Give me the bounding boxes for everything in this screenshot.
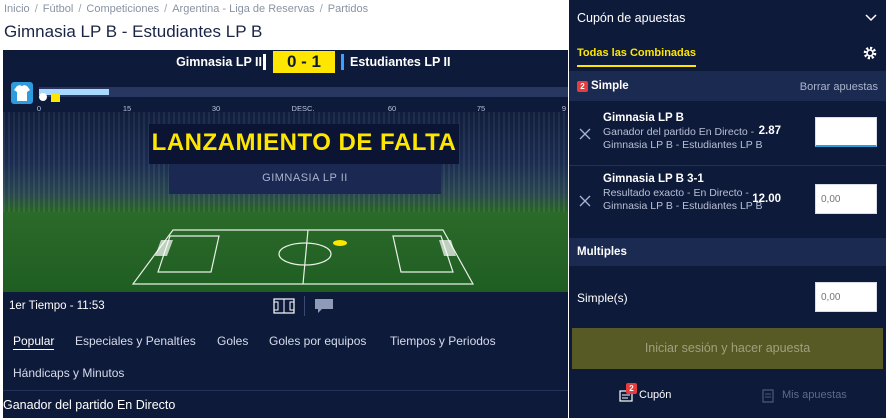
bet-description: Resultado exacto - En Directo - Gimnasia… bbox=[603, 187, 763, 212]
market-header[interactable]: Ganador del partido En Directo bbox=[3, 390, 568, 418]
bet-odds: 2.87 bbox=[758, 125, 781, 137]
bet-item: Gimnasia LP B 3-1 Resultado exacto - En … bbox=[569, 166, 886, 238]
simples-stake-input[interactable] bbox=[815, 282, 877, 312]
my-bets-icon bbox=[761, 389, 775, 408]
bet-slip-tabs: Todas las Combinadas bbox=[569, 35, 886, 71]
simples-label: Simple(s) bbox=[577, 291, 628, 305]
shirt-icon bbox=[11, 82, 33, 104]
simple-count-badge: 2 bbox=[577, 81, 588, 92]
event-banner: LANZAMIENTO DE FALTA bbox=[149, 124, 459, 164]
multiples-section-header: Multiples bbox=[569, 238, 886, 266]
breadcrumb-separator: / bbox=[78, 3, 82, 15]
page-title: Gimnasia LP B - Estudiantes LP B bbox=[4, 22, 263, 41]
bet-item: Gimnasia LP B Ganador del partido En Dir… bbox=[569, 101, 886, 165]
match-period: 1er Tiempo - 11:53 bbox=[9, 300, 105, 312]
ball-position-marker bbox=[333, 240, 347, 246]
close-icon[interactable] bbox=[579, 127, 591, 140]
coupon-count-badge: 2 bbox=[626, 383, 637, 394]
tab-popular[interactable]: Popular bbox=[13, 334, 55, 350]
stake-input[interactable] bbox=[815, 184, 877, 214]
simple-section-header: 2 Simple Borrar apuestas bbox=[569, 71, 886, 101]
chevron-down-icon[interactable] bbox=[864, 10, 878, 29]
breadcrumb-competitions[interactable]: Competiciones bbox=[86, 3, 159, 15]
yellow-card-icon bbox=[51, 94, 60, 102]
ball-icon bbox=[39, 93, 47, 101]
tab-team-goals[interactable]: Goles por equipos bbox=[269, 334, 366, 348]
breadcrumb-matches[interactable]: Partidos bbox=[328, 3, 368, 15]
bet-slip-header[interactable]: Cupón de apuestas bbox=[569, 0, 886, 35]
away-team-color-bar bbox=[341, 54, 344, 70]
field-view-icon[interactable] bbox=[269, 294, 299, 318]
bet-selection: Gimnasia LP B bbox=[603, 112, 684, 124]
home-team-name: Gimnasia LP II bbox=[176, 55, 262, 69]
tab-handicaps[interactable]: Hándicaps y Minutos bbox=[13, 366, 124, 380]
away-team-name: Estudiantes LP II bbox=[350, 55, 451, 69]
breadcrumb-separator: / bbox=[34, 3, 38, 15]
stake-input[interactable] bbox=[815, 117, 877, 147]
breadcrumb-separator: / bbox=[164, 3, 168, 15]
scoreboard: Gimnasia LP II 0 - 1 Estudiantes LP II bbox=[3, 50, 568, 74]
breadcrumb-home[interactable]: Inicio bbox=[4, 3, 30, 15]
bet-slip-title: Cupón de apuestas bbox=[577, 11, 686, 25]
event-team-banner: GIMNASIA LP II bbox=[169, 164, 441, 194]
match-timeline: 0 15 30 DESC. 60 75 9 bbox=[3, 76, 568, 113]
score: 0 - 1 bbox=[273, 51, 335, 73]
coupon-tab[interactable]: Cupón bbox=[639, 389, 671, 401]
tab-specials[interactable]: Especiales y Penaltíes bbox=[75, 334, 196, 348]
market-tabs: Popular Especiales y Penaltíes Goles Gol… bbox=[3, 320, 568, 390]
bet-description: Ganador del partido En Directo - Gimnasi… bbox=[603, 126, 763, 151]
bet-slip-bottom-nav: 2 Cupón Mis apuestas bbox=[569, 375, 886, 418]
bet-slip: Cupón de apuestas Todas las Combinadas 2… bbox=[569, 0, 886, 418]
pitch-view: LANZAMIENTO DE FALTA GIMNASIA LP II bbox=[3, 112, 568, 292]
breadcrumb-league[interactable]: Argentina - Liga de Reservas bbox=[172, 3, 314, 15]
market-title: Ganador del partido En Directo bbox=[3, 398, 176, 412]
bet-selection: Gimnasia LP B 3-1 bbox=[603, 173, 704, 185]
simples-row: Simple(s) bbox=[569, 266, 886, 324]
timeline-track bbox=[39, 87, 568, 97]
breadcrumb-sport[interactable]: Fútbol bbox=[43, 3, 74, 15]
gear-icon[interactable] bbox=[862, 45, 878, 66]
login-place-bet-button[interactable]: Iniciar sesión y hacer apuesta bbox=[572, 328, 883, 369]
bet-odds: 12.00 bbox=[752, 193, 781, 205]
chat-icon[interactable] bbox=[309, 294, 339, 318]
breadcrumb-separator: / bbox=[319, 3, 323, 15]
event-team: GIMNASIA LP II bbox=[262, 172, 348, 184]
my-bets-tab[interactable]: Mis apuestas bbox=[782, 389, 847, 401]
tab-all-combinations[interactable]: Todas las Combinadas bbox=[577, 47, 696, 67]
match-tracker: Gimnasia LP II 0 - 1 Estudiantes LP II 0… bbox=[3, 50, 568, 295]
tab-goals[interactable]: Goles bbox=[217, 334, 248, 348]
close-icon[interactable] bbox=[579, 194, 591, 207]
breadcrumb: Inicio / Fútbol / Competiciones / Argentina - … bbox=[4, 3, 368, 15]
tab-periods[interactable]: Tiempos y Periodos bbox=[390, 334, 496, 348]
timeline-progress bbox=[39, 89, 109, 95]
simple-label: Simple bbox=[591, 80, 629, 92]
clear-bets-link[interactable]: Borrar apuestas bbox=[800, 81, 878, 93]
divider bbox=[304, 296, 305, 316]
match-footer: 1er Tiempo - 11:53 bbox=[3, 292, 568, 320]
event-title: LANZAMIENTO DE FALTA bbox=[151, 129, 457, 156]
multiples-label: Multiples bbox=[577, 246, 627, 258]
home-team-color-bar bbox=[263, 54, 266, 70]
